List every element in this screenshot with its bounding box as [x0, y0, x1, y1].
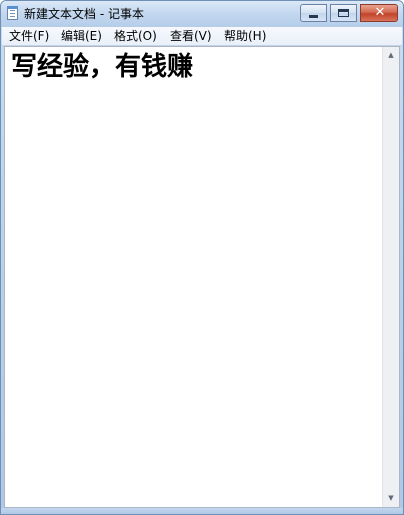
text-editor[interactable]: 写经验，有钱赚 ▲ ▼ — [4, 46, 400, 508]
menu-bar: 文件(F) 编辑(E) 格式(O) 查看(V) 帮助(H) — [2, 27, 402, 46]
minimize-icon — [309, 15, 318, 18]
vertical-scrollbar[interactable]: ▲ ▼ — [382, 47, 399, 507]
window-bottom-border — [1, 508, 403, 514]
menu-help[interactable]: 帮助(H) — [222, 27, 268, 45]
scroll-up-icon[interactable]: ▲ — [383, 47, 399, 64]
notepad-window: 新建文本文档 - 记事本 ✕ 文件(F) 编辑(E) 格式(O) 查看(V) 帮… — [0, 0, 404, 515]
close-button[interactable]: ✕ — [360, 4, 398, 22]
scroll-down-icon[interactable]: ▼ — [383, 490, 399, 507]
maximize-button[interactable] — [330, 4, 357, 22]
notepad-icon[interactable] — [7, 6, 18, 20]
minimize-button[interactable] — [300, 4, 327, 22]
close-icon: ✕ — [374, 5, 386, 20]
title-bar[interactable]: 新建文本文档 - 记事本 ✕ — [1, 1, 403, 27]
menu-edit[interactable]: 编辑(E) — [59, 27, 104, 45]
menu-format[interactable]: 格式(O) — [112, 27, 159, 45]
window-title: 新建文本文档 - 记事本 — [24, 7, 144, 21]
document-text[interactable]: 写经验，有钱赚 — [11, 49, 193, 85]
maximize-icon — [338, 9, 349, 17]
menu-file[interactable]: 文件(F) — [7, 27, 51, 45]
menu-view[interactable]: 查看(V) — [168, 27, 214, 45]
